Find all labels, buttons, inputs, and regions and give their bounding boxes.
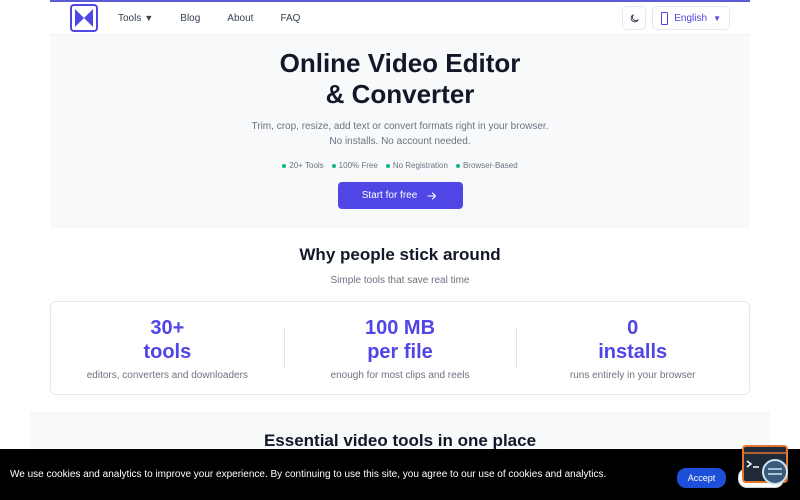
moon-icon (630, 13, 639, 22)
theme-toggle-button[interactable] (622, 6, 647, 30)
nav-blog[interactable]: Blog (180, 13, 200, 24)
hero-title-line2: & Converter (325, 79, 475, 109)
feature-item: 100% Free (331, 161, 378, 170)
chevron-down-icon: ▼ (144, 13, 154, 23)
arrow-right-icon (426, 190, 438, 202)
feature-list: 20+ Tools 100% Free No Registration Brow… (50, 161, 750, 170)
dot-icon (455, 163, 460, 168)
feature-label: Browser-Based (462, 161, 518, 170)
feature-item: 20+ Tools (282, 161, 324, 170)
stat-tools: 30+ tools editors, converters and downlo… (51, 302, 284, 394)
hero-section: Online Video Editor & Converter Trim, cr… (50, 35, 750, 228)
stat-file-size: 100 MB per file enough for most clips an… (283, 302, 517, 394)
nav-tools[interactable]: Tools ▼ (118, 13, 153, 24)
stat-description: editors, converters and downloaders (86, 370, 248, 381)
stat-value: 30+ (150, 317, 185, 339)
accept-cookies-button[interactable]: Accept (677, 468, 726, 488)
cookie-banner: We use cookies and analytics to improve … (0, 449, 800, 500)
hero-title-line1: Online Video Editor (279, 48, 521, 78)
feature-label: No Registration (392, 161, 448, 170)
stat-value: 100 MB (364, 317, 436, 339)
dot-icon (282, 163, 287, 168)
why-section-subtitle: Simple tools that save real time (330, 275, 470, 286)
hero-subtitle-line2: No installs. No account needed. (329, 136, 471, 147)
stat-description: runs entirely in your browser (569, 370, 696, 381)
chat-widget-button[interactable] (742, 445, 788, 485)
nav-tools-label: Tools (118, 12, 142, 24)
site-header: Tools ▼ Blog About FAQ English ▼ (50, 2, 750, 35)
hero-title: Online Video Editor & Converter (50, 35, 750, 110)
language-label: English (674, 12, 708, 24)
logo-icon (70, 4, 98, 32)
language-selector[interactable]: English ▼ (652, 6, 730, 30)
stat-unit: installs (598, 341, 668, 363)
why-section-title: Why people stick around (299, 245, 501, 264)
language-icon (661, 11, 669, 25)
stats-card: 30+ tools editors, converters and downlo… (50, 301, 750, 395)
start-for-free-label: Start for free (361, 190, 418, 201)
cookie-message: We use cookies and analytics to improve … (10, 469, 607, 480)
site-logo[interactable] (70, 4, 98, 32)
stat-description: enough for most clips and reels (330, 370, 470, 381)
stat-installs: 0 installs runs entirely in your browser (516, 302, 749, 394)
feature-label: 20+ Tools (289, 161, 324, 170)
feature-item: Browser-Based (455, 161, 518, 170)
nav-faq[interactable]: FAQ (280, 13, 300, 24)
stat-unit: per file (367, 341, 433, 363)
dot-icon (331, 163, 336, 168)
header-actions: English ▼ (622, 6, 730, 30)
nav-about[interactable]: About (227, 13, 253, 24)
feature-label: 100% Free (338, 161, 378, 170)
hero-subtitle: Trim, crop, resize, add text or convert … (50, 119, 750, 149)
main-nav: Tools ▼ Blog About FAQ (118, 13, 327, 24)
hero-subtitle-line1: Trim, crop, resize, add text or convert … (251, 121, 549, 132)
stat-unit: tools (143, 341, 192, 363)
tools-section-title: Essential video tools in one place (263, 431, 537, 450)
dot-icon (385, 163, 390, 168)
feature-item: No Registration (385, 161, 448, 170)
terminal-chat-icon (742, 445, 788, 485)
start-for-free-button[interactable]: Start for free (337, 182, 463, 209)
chevron-down-icon: ▼ (713, 13, 721, 23)
stat-value: 0 (627, 317, 639, 339)
